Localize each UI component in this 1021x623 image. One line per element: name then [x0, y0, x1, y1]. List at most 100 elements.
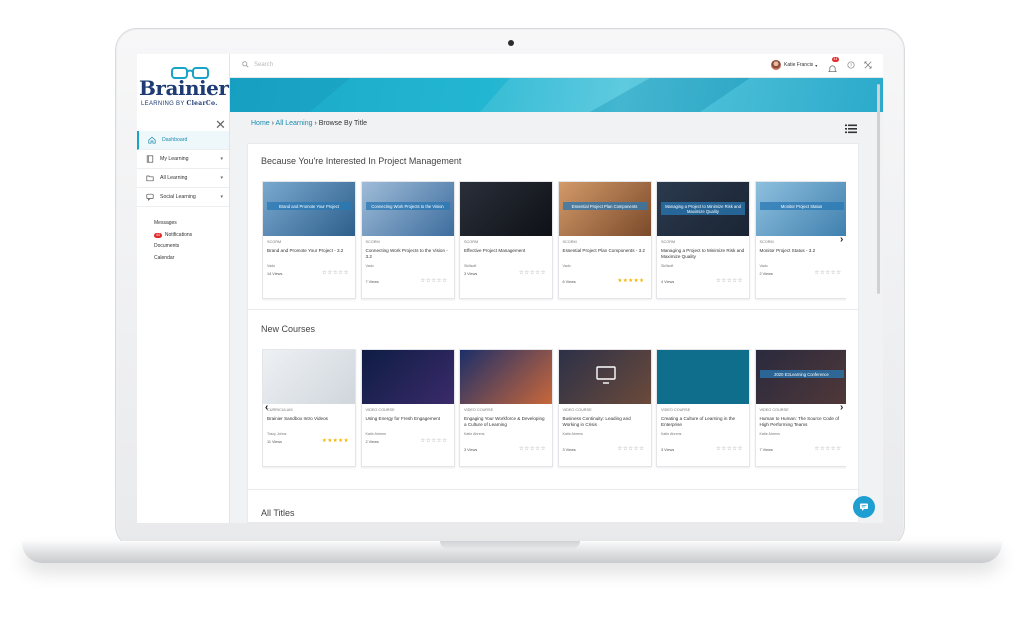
course-title: Using Energy for Fresh Engagement [365, 416, 441, 421]
course-row-interested: Brand and Promote Your Project SCORM Brand… [262, 181, 846, 303]
course-thumbnail[interactable]: Essential Project Plan Components [558, 182, 651, 236]
star-icon[interactable]: ☆ [836, 270, 841, 276]
chevron-down-icon[interactable]: ▾ [220, 156, 223, 162]
thumbnail-caption: Connecting Work Projects to the Vision [365, 202, 450, 210]
sidebar-link-messages[interactable]: Messages [154, 218, 192, 230]
star-icon[interactable]: ★ [639, 278, 644, 284]
course-type: SCORM [562, 240, 577, 244]
course-thumbnail[interactable] [558, 350, 651, 404]
course-thumbnail[interactable]: 2020 E3Learning Conference [755, 350, 846, 404]
laptop-notch [440, 541, 580, 549]
row-next-arrow[interactable]: › [840, 402, 843, 413]
notification-count-badge: 44 [832, 57, 839, 62]
course-card[interactable]: 2020 E3Learning Conference VIDEO COURSE Hu… [754, 349, 846, 467]
sidebar-link-documents[interactable]: Documents [154, 241, 192, 253]
course-card[interactable]: Brand and Promote Your Project SCORM Brand… [262, 181, 356, 299]
course-card[interactable]: CURRICULUM Brainier Sandbox Intro Videos T… [262, 349, 356, 467]
course-views: 3 Views [464, 448, 478, 452]
course-thumbnail[interactable] [460, 350, 552, 404]
course-author: Katie Ahrens [562, 432, 583, 436]
course-card[interactable]: VIDEO COURSE Creating a Culture of Learni… [656, 349, 750, 467]
course-author: Tracy Johns [267, 432, 287, 436]
sidebar-item-social-learning[interactable]: Social Learning ▾ [137, 188, 229, 207]
course-thumbnail[interactable] [657, 350, 749, 404]
search-field[interactable]: Search [242, 61, 273, 68]
course-thumbnail[interactable] [460, 182, 552, 236]
course-card[interactable]: Essential Project Plan Components SCORM Es… [557, 181, 652, 299]
topbar: Search Katie Francis ▾ 44 ? [230, 54, 883, 78]
course-card[interactable]: Connecting Work Projects to the Vision SC… [360, 181, 455, 299]
star-rating[interactable]: ☆☆☆☆☆ [716, 278, 743, 284]
row-prev-arrow[interactable]: ‹ [265, 402, 268, 413]
course-thumbnail[interactable] [263, 350, 355, 404]
sidebar-item-my-learning[interactable]: My Learning ▾ [137, 150, 229, 169]
chevron-down-icon[interactable]: ▾ [220, 194, 223, 200]
scrollbar[interactable] [877, 84, 880, 294]
chevron-down-icon[interactable]: ▾ [220, 175, 223, 181]
star-rating[interactable]: ★★★★★ [322, 438, 349, 444]
star-icon[interactable]: ☆ [442, 278, 447, 284]
course-author: Katie Ahrens [365, 432, 386, 436]
notifications-button[interactable]: 44 [827, 57, 839, 73]
course-thumbnail[interactable]: Brand and Promote Your Project [263, 182, 355, 236]
app-screen: Brainier LEARNING BY ClearCo. ✕ Dashboar… [137, 54, 883, 523]
course-thumbnail[interactable]: Connecting Work Projects to the Vision [361, 182, 454, 236]
course-card[interactable]: VIDEO COURSE Using Energy for Fresh Engag… [360, 349, 455, 467]
breadcrumb-home[interactable]: Home [251, 120, 270, 127]
star-icon[interactable]: ☆ [836, 446, 841, 452]
course-card[interactable]: SCORM Effective Project Management Skillso… [459, 181, 553, 299]
star-icon[interactable]: ☆ [442, 438, 447, 444]
course-card[interactable]: VIDEO COURSE Business Continuity: Leading… [557, 349, 652, 467]
star-rating[interactable]: ☆☆☆☆☆ [617, 446, 644, 452]
sidebar-close-icon[interactable]: ✕ [215, 118, 226, 131]
star-icon[interactable]: ☆ [541, 446, 546, 452]
star-rating[interactable]: ☆☆☆☆☆ [519, 270, 546, 276]
breadcrumb: Home › All Learning › Browse By Title [251, 120, 367, 127]
row-next-arrow[interactable]: › [840, 234, 843, 245]
course-thumbnail[interactable]: Managing a Project to Minimize Risk and … [657, 182, 749, 236]
sidebar-item-label: Dashboard [162, 137, 188, 143]
course-thumbnail[interactable] [361, 350, 454, 404]
course-card[interactable]: VIDEO COURSE Engaging Your Workforce & De… [459, 349, 553, 467]
chat-bubble-icon [860, 503, 868, 511]
chat-button[interactable] [853, 496, 875, 518]
star-rating[interactable]: ☆☆☆☆☆ [420, 438, 447, 444]
user-menu[interactable]: Katie Francis ▾ [771, 60, 817, 70]
star-icon[interactable]: ☆ [541, 270, 546, 276]
expand-icon[interactable] [864, 61, 872, 69]
search-placeholder: Search [254, 61, 274, 68]
sidebar-item-dashboard[interactable]: Dashboard [137, 131, 229, 150]
logo-tagline: LEARNING BY ClearCo. [141, 100, 218, 107]
brainier-logo[interactable]: Brainier LEARNING BY ClearCo. [139, 66, 229, 108]
search-icon [242, 61, 249, 68]
star-rating[interactable]: ☆☆☆☆☆ [519, 446, 546, 452]
sidebar-link-calendar[interactable]: Calendar [154, 253, 192, 265]
course-thumbnail[interactable]: Monitor Project Status [755, 182, 846, 236]
list-view-icon[interactable] [845, 124, 857, 134]
course-card[interactable]: Managing a Project to Minimize Risk and … [656, 181, 750, 299]
star-rating[interactable]: ★★★★★ [617, 278, 644, 284]
course-type: VIDEO COURSE [759, 408, 789, 412]
sidebar-link-notifications[interactable]: 44 Notifications [154, 230, 192, 242]
star-icon[interactable]: ☆ [738, 278, 743, 284]
section-divider [248, 309, 860, 310]
breadcrumb-all-learning[interactable]: All Learning [276, 120, 313, 127]
star-icon[interactable]: ☆ [344, 270, 349, 276]
star-icon[interactable]: ★ [344, 438, 349, 444]
course-type: VIDEO COURSE [562, 408, 592, 412]
star-icon[interactable]: ☆ [639, 446, 644, 452]
course-type: VIDEO COURSE [464, 408, 494, 412]
star-rating[interactable]: ☆☆☆☆☆ [814, 446, 841, 452]
help-icon[interactable]: ? [847, 61, 855, 69]
svg-text:?: ? [850, 63, 853, 68]
star-icon[interactable]: ☆ [738, 446, 743, 452]
star-rating[interactable]: ☆☆☆☆☆ [716, 446, 743, 452]
course-author: Skillsoft [661, 264, 674, 268]
course-card[interactable]: Monitor Project Status SCORM Monitor Proje… [754, 181, 846, 299]
star-rating[interactable]: ☆☆☆☆☆ [420, 278, 447, 284]
camera-icon [508, 40, 514, 46]
sidebar-item-all-learning[interactable]: All Learning ▾ [137, 169, 229, 188]
star-rating[interactable]: ☆☆☆☆☆ [814, 270, 841, 276]
star-rating[interactable]: ☆☆☆☆☆ [322, 270, 349, 276]
course-type: SCORM [661, 240, 676, 244]
